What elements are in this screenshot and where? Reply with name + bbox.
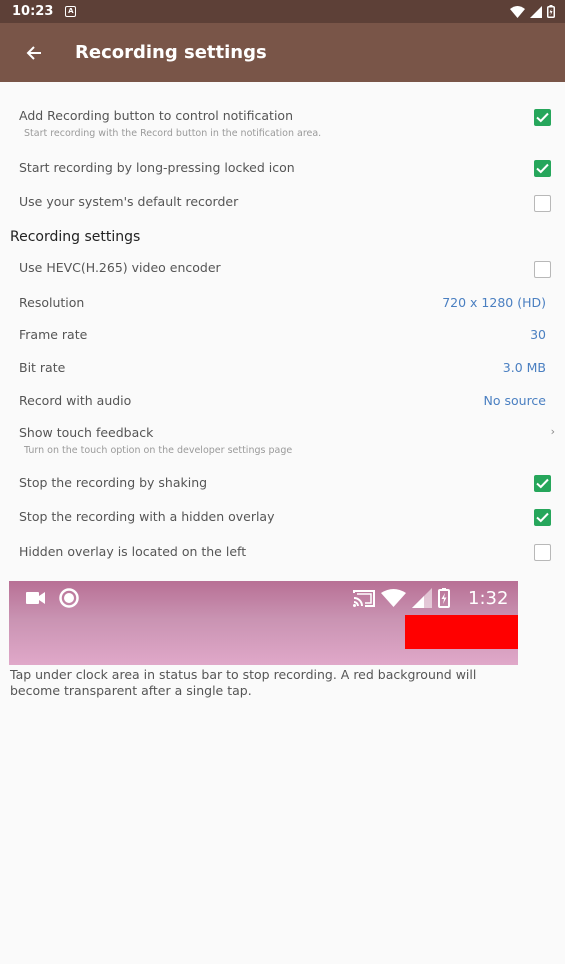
preview-clock: 1:32 <box>468 588 509 609</box>
setting-long-press-lock[interactable]: Start recording by long-pressing locked … <box>19 160 551 175</box>
app-bar: Recording settings <box>0 23 565 82</box>
setting-label: Record with audio <box>19 393 132 408</box>
preview-status-icons <box>353 588 450 608</box>
chevron-right-icon: › <box>550 425 555 438</box>
accessibility-badge-icon: A <box>65 6 77 17</box>
check-icon <box>536 512 549 523</box>
battery-charging-icon <box>438 588 450 608</box>
wifi-icon <box>510 5 525 18</box>
setting-value: 720 x 1280 (HD) <box>442 295 546 310</box>
setting-record-audio[interactable]: Record with audio No source <box>19 393 551 408</box>
checkbox-notification-record-button[interactable] <box>534 109 551 126</box>
setting-label: Hidden overlay is located on the left <box>19 544 247 559</box>
setting-value: 3.0 MB <box>502 360 546 375</box>
check-icon <box>536 163 549 174</box>
back-button[interactable] <box>0 23 68 82</box>
setting-label: Use HEVC(H.265) video encoder <box>19 260 221 275</box>
checkbox-hidden-overlay[interactable] <box>534 509 551 526</box>
overlay-preview-image: 1:32 <box>9 581 518 665</box>
setting-value: 30 <box>530 327 546 342</box>
setting-overlay-left[interactable]: Hidden overlay is located on the left <box>19 544 551 559</box>
setting-label: Bit rate <box>19 360 66 375</box>
status-bar: 10:23 A <box>0 0 565 23</box>
page-title: Recording settings <box>75 42 267 63</box>
setting-hevc[interactable]: Use HEVC(H.265) video encoder <box>19 260 551 275</box>
setting-system-recorder[interactable]: Use your system's default recorder <box>19 194 551 209</box>
setting-label: Use your system's default recorder <box>19 194 239 209</box>
status-icons <box>510 5 555 18</box>
setting-label: Stop the recording by shaking <box>19 475 208 490</box>
setting-hidden-overlay[interactable]: Stop the recording with a hidden overlay <box>19 509 551 524</box>
setting-summary: Turn on the touch option on the develope… <box>24 445 293 456</box>
cast-icon <box>353 589 375 607</box>
setting-label: Start recording by long-pressing locked … <box>19 160 295 175</box>
arrow-back-icon <box>26 45 41 60</box>
section-header: Recording settings <box>10 229 141 245</box>
setting-stop-shaking[interactable]: Stop the recording by shaking <box>19 475 551 490</box>
status-time: 10:23 <box>12 4 54 19</box>
setting-touch-feedback[interactable]: Show touch feedback Turn on the touch op… <box>19 425 551 456</box>
record-circle-icon <box>59 588 79 608</box>
setting-notification-record-button[interactable]: Add Recording button to control notifica… <box>19 108 551 139</box>
setting-value: No source <box>483 393 546 408</box>
video-camera-icon <box>26 592 45 604</box>
checkbox-long-press-lock[interactable] <box>534 160 551 177</box>
wifi-icon <box>381 589 406 607</box>
overlay-description: Tap under clock area in status bar to st… <box>10 667 477 698</box>
check-icon <box>536 478 549 489</box>
checkbox-stop-shaking[interactable] <box>534 475 551 492</box>
setting-label: Add Recording button to control notifica… <box>19 108 293 123</box>
signal-icon <box>530 5 542 18</box>
setting-resolution[interactable]: Resolution 720 x 1280 (HD) <box>19 295 551 310</box>
setting-bit-rate[interactable]: Bit rate 3.0 MB <box>19 360 551 375</box>
setting-summary: Start recording with the Record button i… <box>24 128 322 139</box>
battery-icon <box>547 5 555 18</box>
setting-label: Stop the recording with a hidden overlay <box>19 509 275 524</box>
setting-label: Show touch feedback <box>19 425 154 440</box>
setting-frame-rate[interactable]: Frame rate 30 <box>19 327 551 342</box>
checkbox-overlay-left[interactable] <box>534 544 551 561</box>
setting-label: Frame rate <box>19 327 88 342</box>
checkbox-system-recorder[interactable] <box>534 195 551 212</box>
check-icon <box>536 112 549 123</box>
checkbox-hevc[interactable] <box>534 261 551 278</box>
signal-icon <box>412 588 432 608</box>
hidden-overlay-area <box>405 615 518 649</box>
